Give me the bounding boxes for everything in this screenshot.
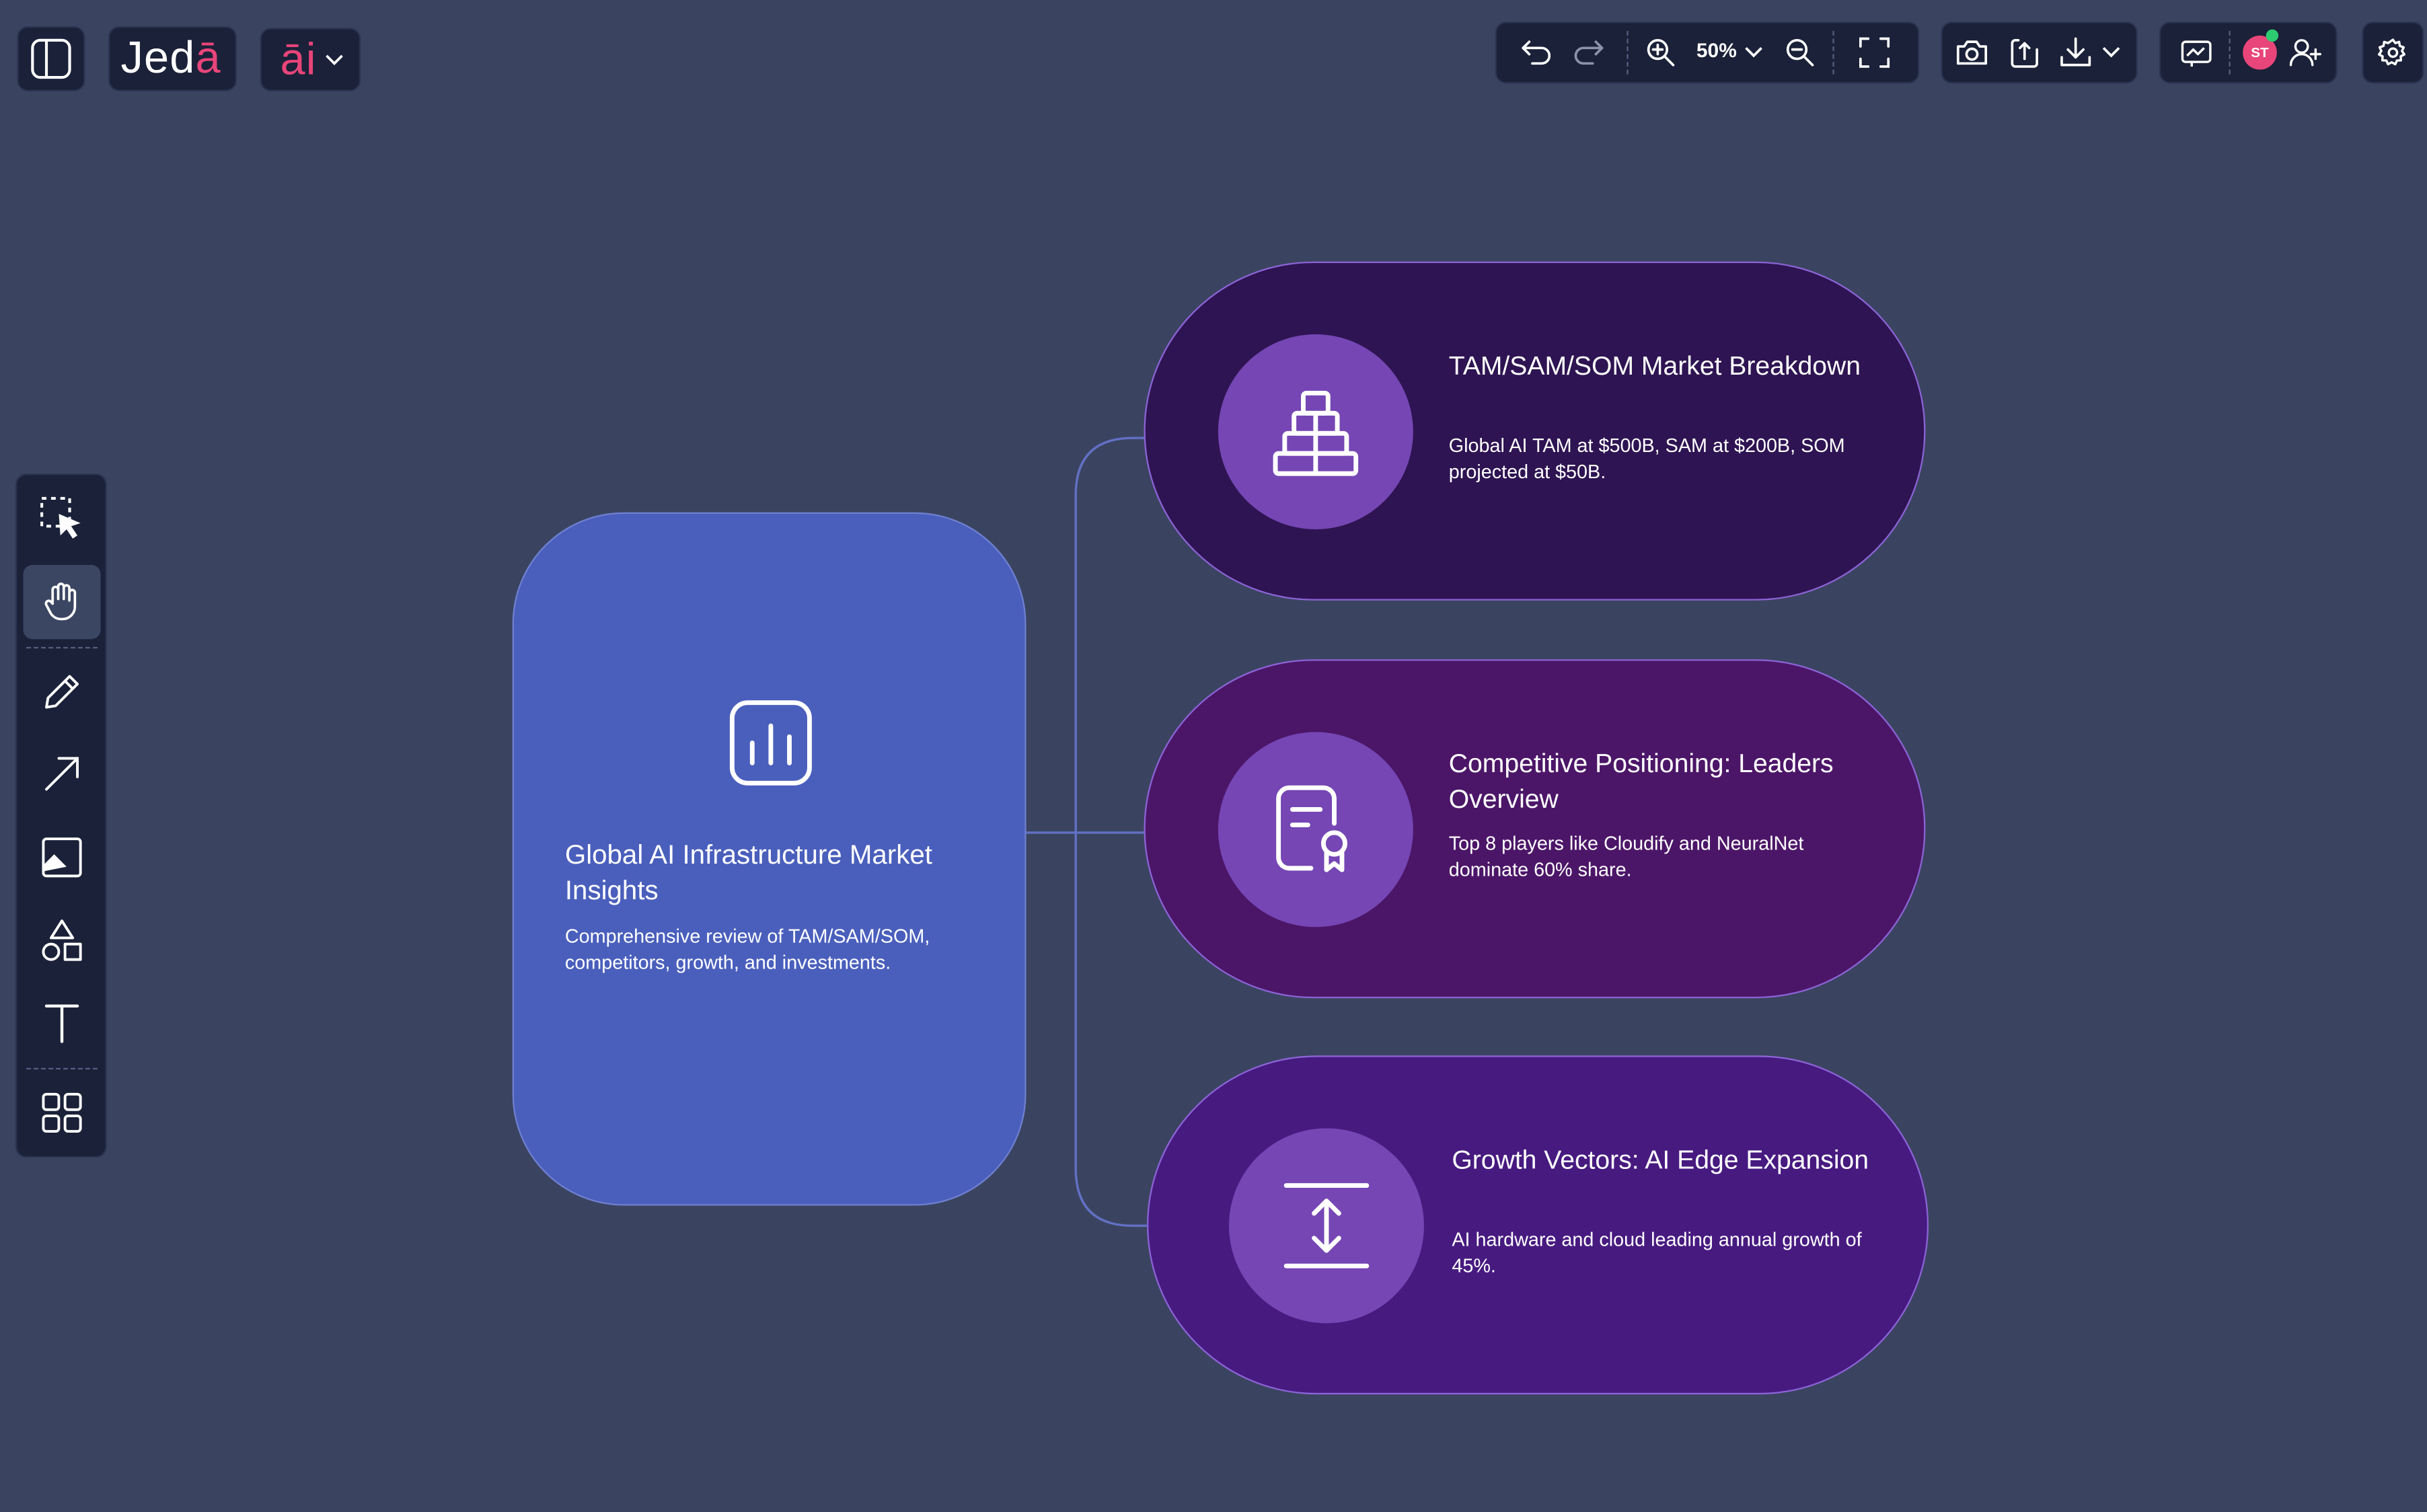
main-topic-card[interactable]: Global AI Infrastructure Market Insights… — [512, 512, 1026, 1206]
app-window: Jedā āi 50% ST Global AI Infrastructure … — [0, 0, 2427, 1512]
branch-card-competitive-positioning[interactable]: Competitive Positioning: Leaders Overvie… — [1144, 659, 1926, 999]
branch-icon-circle — [1218, 334, 1413, 529]
branch-description: Global AI TAM at $500B, SAM at $200B, SO… — [1448, 434, 1845, 483]
branch-description: Top 8 players like Cloudify and NeuralNe… — [1448, 832, 1804, 881]
branch-card-growth-vectors[interactable]: Growth Vectors: AI Edge Expansion AI har… — [1147, 1055, 1929, 1395]
pyramid-icon — [1273, 391, 1359, 476]
branch-description: AI hardware and cloud leading annual gro… — [1452, 1229, 1862, 1277]
branch-title: TAM/SAM/SOM Market Breakdown — [1448, 351, 1861, 381]
branch-title: Competitive Positioning: Leaders Overvie… — [1448, 749, 1834, 815]
bar-chart-icon — [729, 700, 812, 786]
branch-title: Growth Vectors: AI Edge Expansion — [1452, 1145, 1869, 1175]
branch-icon-circle — [1218, 732, 1413, 928]
branch-card-market-breakdown[interactable]: TAM/SAM/SOM Market Breakdown Global AI T… — [1144, 261, 1926, 601]
main-topic-title: Global AI Infrastructure Market Insights — [564, 839, 932, 906]
branch-icon-circle — [1229, 1128, 1424, 1324]
main-topic-description: Comprehensive review of TAM/SAM/SOM, com… — [564, 925, 930, 974]
certificate-icon — [1276, 785, 1348, 872]
expand-vertical-icon — [1283, 1183, 1370, 1269]
